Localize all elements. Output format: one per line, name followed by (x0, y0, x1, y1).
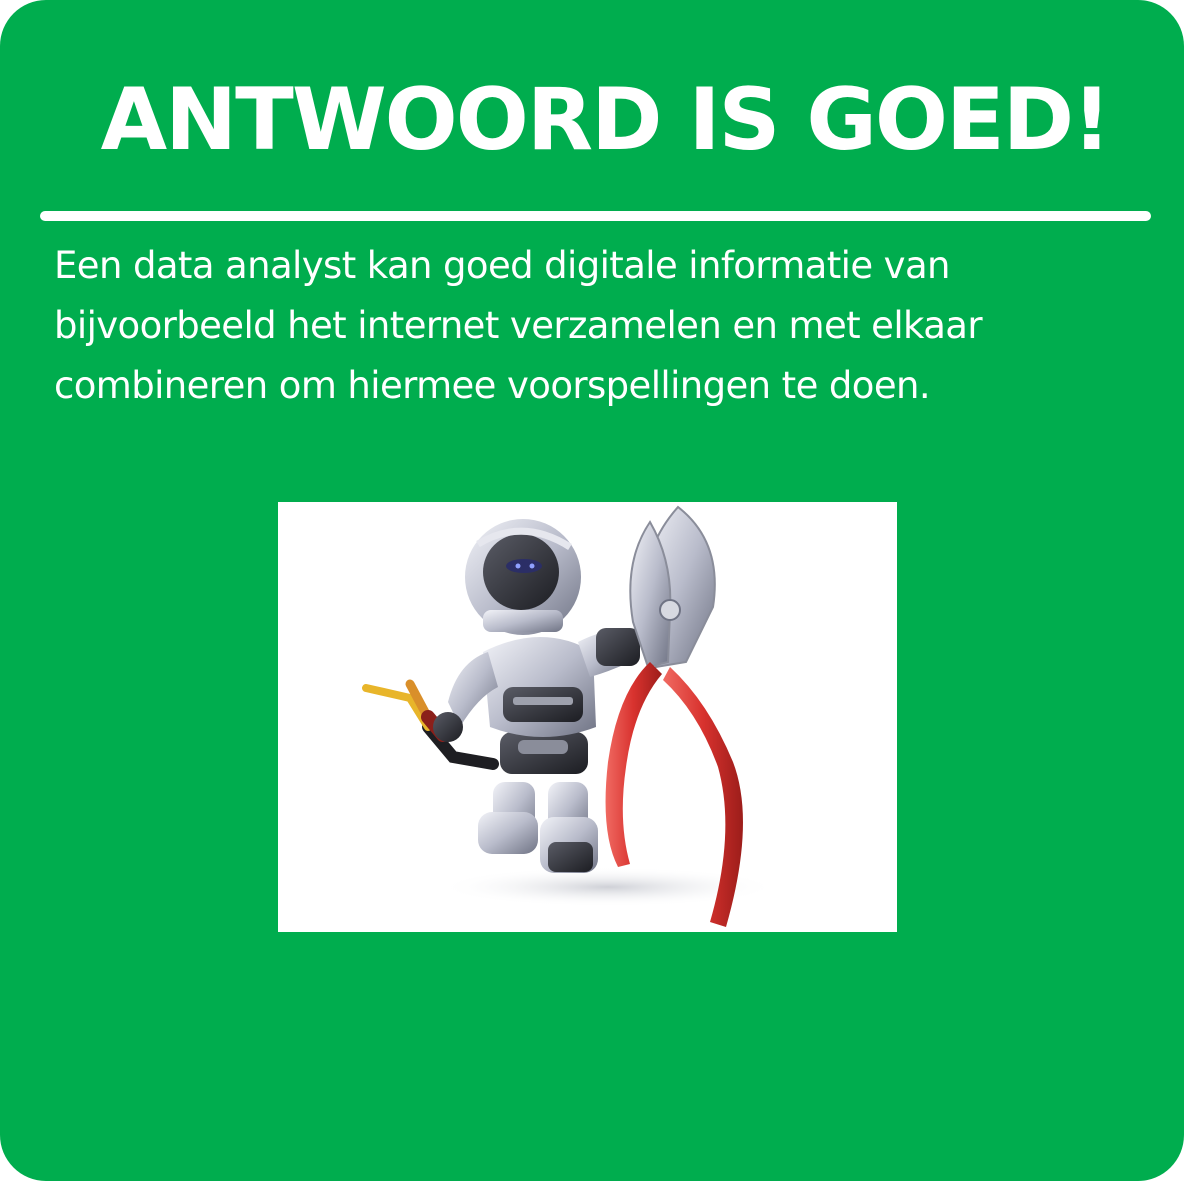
explanation-line: combineren om hiermee voorspellingen te … (54, 364, 931, 407)
robot-illustration (278, 502, 897, 932)
explanation-line: Een data analyst kan goed digitale infor… (54, 244, 950, 287)
explanation-text: Een data analyst kan goed digitale infor… (54, 236, 1164, 416)
title-divider (40, 211, 1151, 221)
result-title: ANTWOORD IS GOED! (100, 70, 1112, 170)
answer-card: ANTWOORD IS GOED! Een data analyst kan g… (0, 0, 1184, 1181)
pliers-icon (605, 505, 743, 927)
explanation-line: bijvoorbeeld het internet verzamelen en … (54, 304, 983, 347)
